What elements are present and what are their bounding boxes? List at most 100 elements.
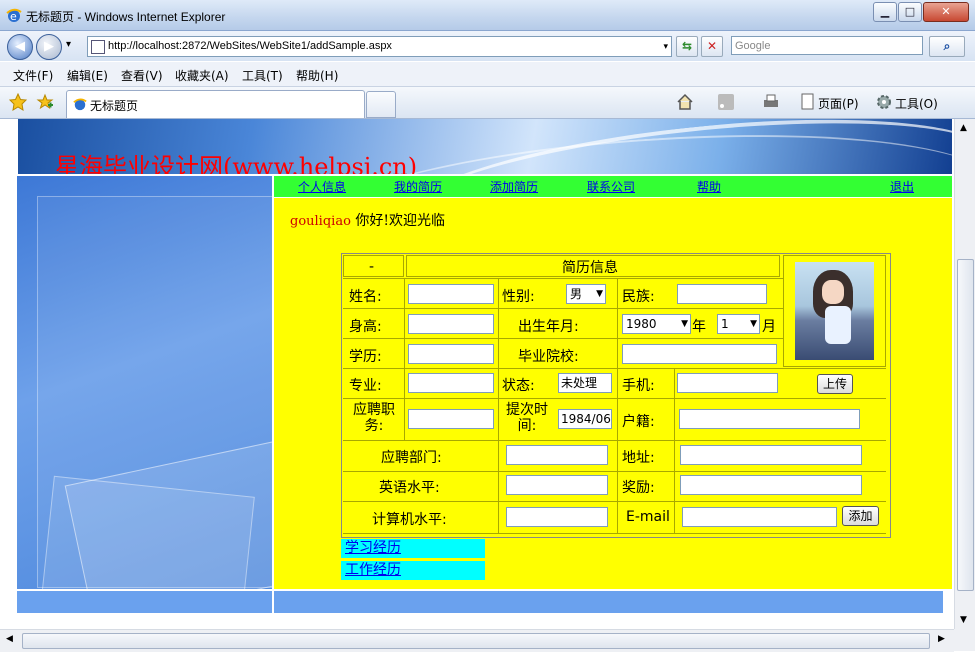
page-menu-label[interactable]: 页面(P) xyxy=(818,95,859,112)
menu-bar: 文件(F) 编辑(E) 查看(V) 收藏夹(A) 工具(T) 帮助(H) xyxy=(0,62,975,87)
forward-button[interactable]: ▶ xyxy=(36,34,62,60)
maximize-button[interactable]: □ xyxy=(898,2,922,22)
school-label: 毕业院校: xyxy=(518,349,579,365)
nav-personal-info[interactable]: 个人信息 xyxy=(298,178,346,195)
birth-year-select[interactable]: 1980 ▼ xyxy=(622,314,691,334)
photo-face xyxy=(822,280,844,304)
tools-gear-icon[interactable] xyxy=(875,93,893,111)
horizontal-scroll-thumb[interactable] xyxy=(22,633,930,649)
add-favorite-icon[interactable] xyxy=(36,93,54,111)
gender-value: 男 xyxy=(570,287,583,301)
award-input[interactable] xyxy=(680,475,862,495)
birth-year-value: 1980 xyxy=(626,317,657,331)
education-input[interactable] xyxy=(408,344,494,364)
new-tab-button[interactable] xyxy=(366,91,396,118)
department-input[interactable] xyxy=(506,445,608,465)
major-input[interactable] xyxy=(408,373,494,393)
row-line xyxy=(343,368,886,369)
submit-time-input[interactable]: 1984/06/ xyxy=(558,409,612,429)
nav-contact-company[interactable]: 联系公司 xyxy=(587,178,635,195)
url-text[interactable]: http://localhost:2872/WebSites/WebSite1/… xyxy=(108,37,392,56)
english-label: 英语水平: xyxy=(379,480,440,496)
minimize-button[interactable]: ▁ xyxy=(873,2,897,22)
stop-button[interactable]: ✕ xyxy=(701,36,723,57)
status-label: 状态: xyxy=(502,378,535,394)
status-input[interactable]: 未处理 xyxy=(558,373,612,393)
gender-select[interactable]: 男 ▼ xyxy=(566,284,606,304)
feeds-icon[interactable] xyxy=(718,94,734,110)
scroll-right-icon[interactable]: ▶ xyxy=(938,634,945,644)
row-line xyxy=(343,471,886,472)
address-dropdown-icon[interactable]: ▾ xyxy=(663,37,668,56)
page-menu-icon[interactable] xyxy=(800,93,816,111)
menu-view[interactable]: 查看(V) xyxy=(121,67,163,84)
menu-help[interactable]: 帮助(H) xyxy=(296,67,338,84)
tools-menu-label[interactable]: 工具(O) xyxy=(895,95,938,112)
computer-input[interactable] xyxy=(506,507,608,527)
scroll-down-icon[interactable]: ▼ xyxy=(960,615,967,625)
page-icon xyxy=(91,40,105,54)
page-footer-bar xyxy=(17,591,943,613)
window-title-bar: e 无标题页 - Windows Internet Explorer ▁ □ ✕ xyxy=(0,0,975,31)
tab-current[interactable]: 无标题页 xyxy=(66,90,365,118)
search-input[interactable]: Google xyxy=(731,36,923,55)
school-input[interactable] xyxy=(622,344,777,364)
menu-tools[interactable]: 工具(T) xyxy=(242,67,283,84)
add-button[interactable]: 添加 xyxy=(842,506,879,526)
major-label: 专业: xyxy=(349,378,382,394)
home-icon[interactable] xyxy=(676,93,694,111)
vertical-scroll-thumb[interactable] xyxy=(957,259,974,591)
horizontal-scrollbar[interactable]: ◀ ▶ xyxy=(0,629,954,652)
history-dropdown-icon[interactable]: ▾ xyxy=(66,39,71,50)
tab-title: 无标题页 xyxy=(90,99,139,113)
search-button[interactable]: ⌕ xyxy=(929,36,965,57)
work-history-link[interactable]: 工作经历 xyxy=(341,561,485,580)
favorites-star-icon[interactable] xyxy=(9,93,27,111)
hukou-input[interactable] xyxy=(679,409,860,429)
submit-time-label: 提次时间: xyxy=(506,402,548,434)
nav-help[interactable]: 帮助 xyxy=(697,178,721,195)
svg-text:e: e xyxy=(10,10,17,23)
sidebar-decoration xyxy=(17,176,272,589)
nav-add-resume[interactable]: 添加简历 xyxy=(490,178,538,195)
email-input[interactable] xyxy=(682,507,837,527)
birth-month-select[interactable]: 1 ▼ xyxy=(717,314,760,334)
username: gouliqiao xyxy=(290,214,351,229)
tab-ie-icon xyxy=(73,98,87,111)
row-line xyxy=(343,308,783,309)
height-label: 身高: xyxy=(349,319,382,335)
window-title: 无标题页 - Windows Internet Explorer xyxy=(26,10,226,24)
row-line xyxy=(343,398,886,399)
scroll-left-icon[interactable]: ◀ xyxy=(6,634,13,644)
birth-month-value: 1 xyxy=(721,317,729,331)
ethnic-label: 民族: xyxy=(622,289,655,305)
avatar-photo xyxy=(795,262,874,360)
mobile-input[interactable] xyxy=(677,373,778,393)
ethnic-input[interactable] xyxy=(677,284,767,304)
close-button[interactable]: ✕ xyxy=(923,2,969,22)
menu-edit[interactable]: 编辑(E) xyxy=(67,67,108,84)
nav-my-resume[interactable]: 我的简历 xyxy=(394,178,442,195)
col-line xyxy=(404,278,405,440)
name-input[interactable] xyxy=(408,284,494,304)
menu-favorites[interactable]: 收藏夹(A) xyxy=(175,67,229,84)
form-header: 简历信息 xyxy=(562,260,618,276)
vertical-scrollbar[interactable]: ▲ ▼ xyxy=(954,119,975,629)
name-label: 姓名: xyxy=(349,289,382,305)
nav-logout[interactable]: 退出 xyxy=(890,178,914,195)
department-label: 应聘部门: xyxy=(381,450,442,466)
english-input[interactable] xyxy=(506,475,608,495)
month-unit: 月 xyxy=(762,319,776,335)
menu-file[interactable]: 文件(F) xyxy=(13,67,53,84)
address-field[interactable]: http://localhost:2872/WebSites/WebSite1/… xyxy=(87,36,672,57)
scroll-up-icon[interactable]: ▲ xyxy=(960,123,967,133)
back-button[interactable]: ◀ xyxy=(7,34,33,60)
print-icon[interactable] xyxy=(762,93,780,111)
height-input[interactable] xyxy=(408,314,494,334)
upload-button[interactable]: 上传 xyxy=(817,374,853,394)
row-line xyxy=(343,440,886,441)
address-input[interactable] xyxy=(680,445,862,465)
refresh-button[interactable]: ⇆ xyxy=(676,36,698,57)
study-history-link[interactable]: 学习经历 xyxy=(341,539,485,558)
position-input[interactable] xyxy=(408,409,494,429)
